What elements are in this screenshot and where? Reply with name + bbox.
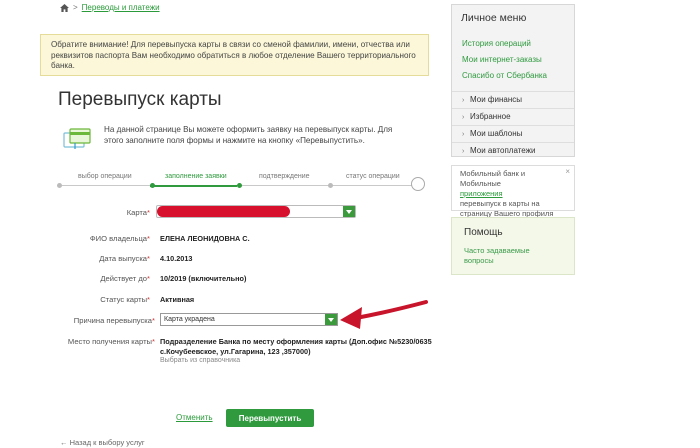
chevron-down-icon[interactable] <box>343 206 355 217</box>
choose-from-directory-link[interactable]: Выбрать из справочника <box>160 357 240 364</box>
reissue-reason-value: Карта украдена <box>164 316 215 323</box>
help-box: Помощь Часто задаваемые вопросы <box>451 217 575 275</box>
faq-link[interactable]: Часто задаваемые вопросы <box>464 246 554 265</box>
card-label: Карта* <box>126 208 150 217</box>
pickup-place-line-2: с.Кочубеевское, ул.Гагарина, 123 ,357000… <box>160 347 311 356</box>
card-number-redacted <box>157 206 290 217</box>
card-status-value: Активная <box>160 295 195 304</box>
red-arrow-annotation <box>340 300 428 329</box>
cancel-link[interactable]: Отменить <box>176 413 213 422</box>
issue-date-value: 4.10.2013 <box>160 254 193 263</box>
card-reissue-icon <box>63 128 91 149</box>
intro-text: На данной странице Вы можете оформить за… <box>104 125 393 145</box>
chevron-right-icon: › <box>462 114 465 121</box>
breadcrumb-link-transfers[interactable]: Переводы и платежи <box>82 3 160 12</box>
chevron-down-icon[interactable] <box>325 314 337 325</box>
menu-link-spasibo[interactable]: Спасибо от Сбербанка <box>462 71 547 80</box>
promo-apps-link[interactable]: приложения <box>460 189 503 198</box>
reissue-button[interactable]: Перевыпустить <box>226 409 314 427</box>
personal-menu: Личное меню История операций Мои интерне… <box>451 4 575 157</box>
promo-line-3: перевыпуск в карты на <box>460 199 540 208</box>
step-dot-3 <box>237 183 242 188</box>
menu-link-internet-orders[interactable]: Мои интернет-заказы <box>462 55 542 64</box>
steps-active-segment <box>150 185 237 187</box>
help-title: Помощь <box>464 227 503 238</box>
owner-value: ЕЛЕНА ЛЕОНИДОВНА С. <box>160 234 250 243</box>
breadcrumb: > Переводы и платежи <box>60 3 160 12</box>
chevron-right-icon: › <box>462 131 465 138</box>
chevron-right-icon: › <box>462 148 465 155</box>
menu-section-templates[interactable]: › Мои шаблоны <box>452 125 574 141</box>
reissue-reason-label: Причина перевыпуска* <box>73 316 155 325</box>
issue-date-label: Дата выпуска* <box>99 254 150 263</box>
step-dot-4 <box>328 183 333 188</box>
owner-label: ФИО владельца* <box>89 234 150 243</box>
pickup-place-line-1: Подразделение Банка по месту оформления … <box>160 337 432 346</box>
close-icon[interactable]: × <box>565 167 570 177</box>
page-title: Перевыпуск карты <box>58 89 222 110</box>
menu-section-autopayments[interactable]: › Мои автоплатежи <box>452 142 574 158</box>
personal-menu-title: Личное меню <box>461 12 527 24</box>
step-choose-operation: выбор операции <box>78 173 132 180</box>
step-fill-application: заполнение заявки <box>165 173 227 180</box>
steps-end-marker <box>411 177 425 191</box>
notice-banner: Обратите внимание! Для перевыпуска карты… <box>40 34 429 76</box>
reissue-reason-select[interactable]: Карта украдена <box>160 313 338 326</box>
step-confirmation: подтверждение <box>259 173 310 180</box>
chevron-right-icon: › <box>462 97 465 104</box>
step-dot-2 <box>150 183 155 188</box>
menu-section-favorites[interactable]: › Избранное <box>452 108 574 124</box>
back-to-services-link[interactable]: ← Назад к выбору услуг <box>60 438 145 447</box>
menu-section-finances[interactable]: › Мои финансы <box>452 91 574 107</box>
breadcrumb-separator: > <box>73 3 78 12</box>
valid-until-label: Действует до* <box>100 274 150 283</box>
pickup-place-label: Место получения карты* <box>67 337 155 346</box>
step-operation-status: статус операции <box>346 173 400 180</box>
step-dot-1 <box>57 183 62 188</box>
home-icon[interactable] <box>60 3 69 12</box>
menu-link-operation-history[interactable]: История операций <box>462 39 531 48</box>
promo-box: × Мобильный банк и Мобильные приложения … <box>451 165 575 218</box>
promo-line-1: Мобильный банк и Мобильные <box>460 169 526 188</box>
card-status-label: Статус карты* <box>100 295 150 304</box>
valid-until-value: 10/2019 (включительно) <box>160 274 247 283</box>
